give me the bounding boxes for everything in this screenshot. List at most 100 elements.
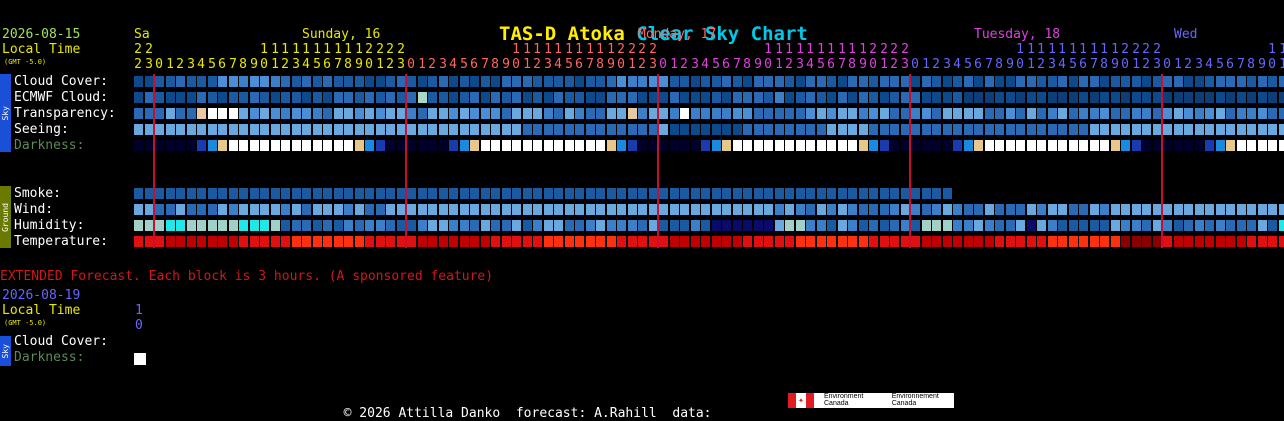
cloud-cover-block[interactable] [712,76,721,87]
darkness-block[interactable] [250,140,259,151]
humidity-block[interactable] [155,220,164,231]
temperature-block[interactable] [911,236,920,247]
ecmwf-cloud-block[interactable] [1111,92,1120,103]
darkness-block[interactable] [1258,140,1267,151]
darkness-block[interactable] [407,140,416,151]
darkness-block[interactable] [1163,140,1172,151]
ecmwf-cloud-block[interactable] [796,92,805,103]
wind-block[interactable] [502,204,511,215]
humidity-block[interactable] [638,220,647,231]
seeing-block[interactable] [1100,124,1109,135]
wind-block[interactable] [1037,204,1046,215]
ecmwf-cloud-block[interactable] [166,92,175,103]
seeing-block[interactable] [554,124,563,135]
smoke-block[interactable] [817,188,826,199]
humidity-block[interactable] [995,220,1004,231]
temperature-block[interactable] [775,236,784,247]
humidity-block[interactable] [1016,220,1025,231]
wind-block[interactable] [481,204,490,215]
temperature-block[interactable] [1174,236,1183,247]
wind-block[interactable] [386,204,395,215]
humidity-block[interactable] [565,220,574,231]
ecmwf-cloud-block[interactable] [187,92,196,103]
wind-block[interactable] [260,204,269,215]
ecmwf-cloud-block[interactable] [1142,92,1151,103]
darkness-block[interactable] [155,140,164,151]
smoke-block[interactable] [575,188,584,199]
smoke-block[interactable] [565,188,574,199]
transparency-block[interactable] [1079,108,1088,119]
seeing-block[interactable] [1279,124,1284,135]
darkness-block[interactable] [701,140,710,151]
temperature-block[interactable] [187,236,196,247]
transparency-block[interactable] [302,108,311,119]
cloud-cover-block[interactable] [607,76,616,87]
temperature-block[interactable] [134,236,143,247]
smoke-block[interactable] [281,188,290,199]
ecmwf-cloud-block[interactable] [260,92,269,103]
transparency-block[interactable] [407,108,416,119]
seeing-block[interactable] [1121,124,1130,135]
cloud-cover-block[interactable] [638,76,647,87]
cloud-cover-block[interactable] [281,76,290,87]
temperature-block[interactable] [1069,236,1078,247]
smoke-block[interactable] [922,188,931,199]
ecmwf-cloud-block[interactable] [313,92,322,103]
wind-block[interactable] [596,204,605,215]
smoke-block[interactable] [775,188,784,199]
temperature-block[interactable] [533,236,542,247]
ecmwf-cloud-block[interactable] [890,92,899,103]
smoke-block[interactable] [334,188,343,199]
cloud-cover-block[interactable] [817,76,826,87]
humidity-block[interactable] [607,220,616,231]
humidity-block[interactable] [512,220,521,231]
wind-block[interactable] [292,204,301,215]
smoke-block[interactable] [533,188,542,199]
ecmwf-cloud-block[interactable] [995,92,1004,103]
cloud-cover-block[interactable] [449,76,458,87]
seeing-block[interactable] [1258,124,1267,135]
seeing-block[interactable] [806,124,815,135]
temperature-block[interactable] [323,236,332,247]
cloud-cover-block[interactable] [502,76,511,87]
transparency-block[interactable] [418,108,427,119]
ecmwf-cloud-block[interactable] [733,92,742,103]
ecmwf-cloud-block[interactable] [418,92,427,103]
humidity-block[interactable] [964,220,973,231]
ecmwf-cloud-block[interactable] [523,92,532,103]
ecmwf-cloud-block[interactable] [932,92,941,103]
darkness-block[interactable] [712,140,721,151]
cloud-cover-block[interactable] [229,76,238,87]
transparency-block[interactable] [229,108,238,119]
temperature-block[interactable] [166,236,175,247]
seeing-block[interactable] [229,124,238,135]
seeing-block[interactable] [575,124,584,135]
smoke-block[interactable] [544,188,553,199]
seeing-block[interactable] [1184,124,1193,135]
darkness-block[interactable] [785,140,794,151]
seeing-block[interactable] [733,124,742,135]
ecmwf-cloud-block[interactable] [1226,92,1235,103]
cloud-cover-block[interactable] [1037,76,1046,87]
darkness-block[interactable] [754,140,763,151]
wind-block[interactable] [911,204,920,215]
cloud-cover-block[interactable] [1184,76,1193,87]
humidity-block[interactable] [586,220,595,231]
darkness-block[interactable] [586,140,595,151]
transparency-block[interactable] [271,108,280,119]
wind-block[interactable] [512,204,521,215]
humidity-block[interactable] [365,220,374,231]
ecmwf-cloud-block[interactable] [628,92,637,103]
seeing-block[interactable] [260,124,269,135]
wind-block[interactable] [1195,204,1204,215]
ecmwf-cloud-block[interactable] [607,92,616,103]
humidity-block[interactable] [1006,220,1015,231]
seeing-block[interactable] [596,124,605,135]
darkness-block[interactable] [1006,140,1015,151]
transparency-block[interactable] [355,108,364,119]
ecmwf-cloud-block[interactable] [229,92,238,103]
darkness-block[interactable] [1079,140,1088,151]
seeing-block[interactable] [943,124,952,135]
seeing-block[interactable] [344,124,353,135]
wind-block[interactable] [1132,204,1141,215]
